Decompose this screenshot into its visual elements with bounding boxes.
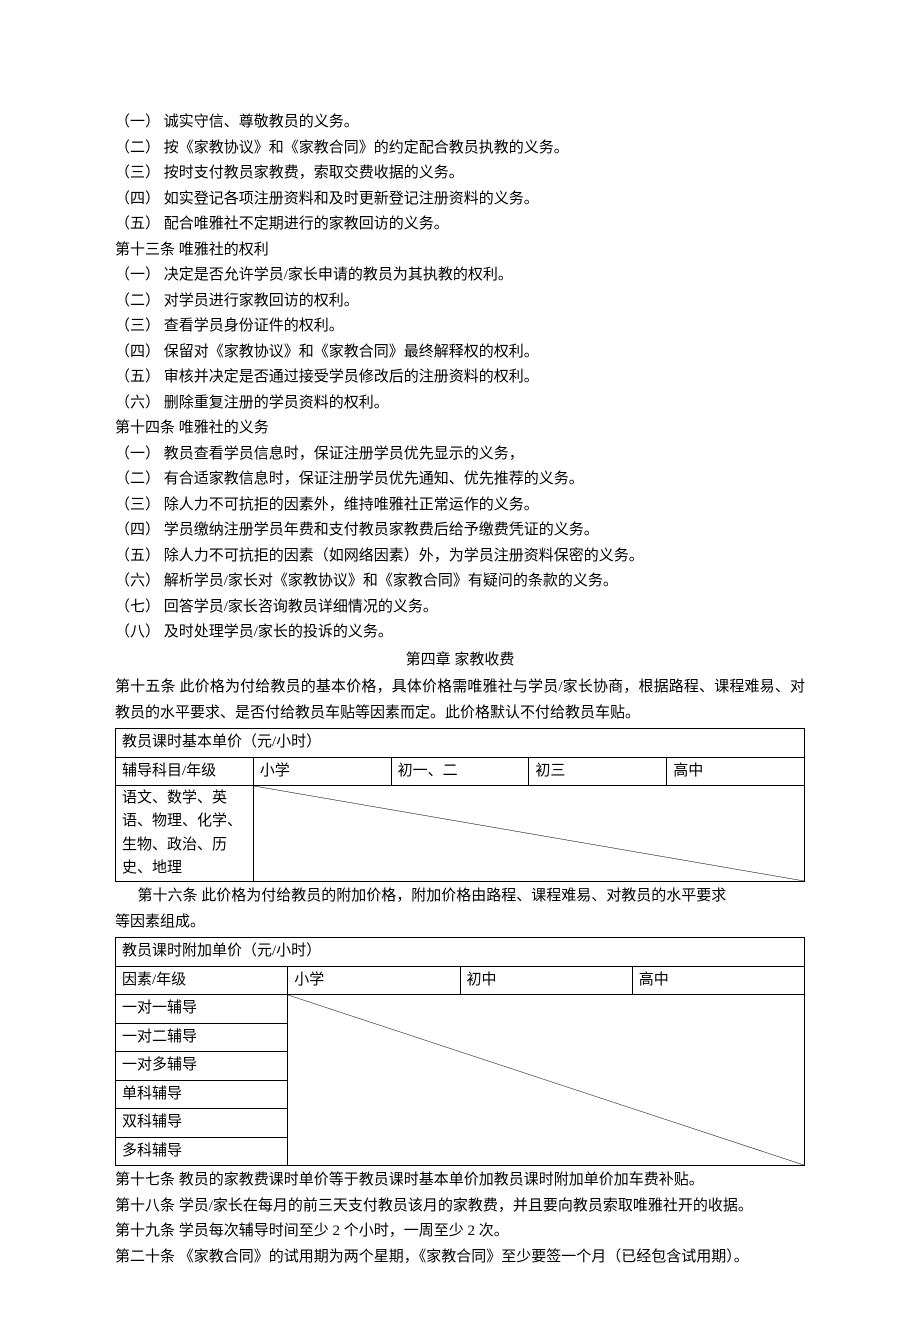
table-header-cell: 初一、二 <box>391 757 529 786</box>
text-line: 第十四条 唯雅社的义务 <box>115 416 805 442</box>
article-18: 第十八条 学员/家长在每月的前三天支付教员该月的家教费，并且要向教员索取唯雅社开… <box>115 1194 805 1220</box>
diagonal-cell <box>253 786 804 882</box>
table-row-label: 一对一辅导 <box>116 995 288 1024</box>
table-header-cell: 因素/年级 <box>116 966 288 995</box>
article-16-cont: 等因素组成。 <box>115 910 805 936</box>
text-line: （四） 如实登记各项注册资料和及时更新登记注册资料的义务。 <box>115 187 805 213</box>
chapter-title: 第四章 家教收费 <box>115 648 805 674</box>
table-row-label: 单科辅导 <box>116 1080 288 1109</box>
additional-price-table: 教员课时附加单价（元/小时） 因素/年级 小学 初中 高中 一对一辅导 一对二辅… <box>115 937 805 1166</box>
table-row-label: 一对多辅导 <box>116 1052 288 1081</box>
text-line: （五） 配合唯雅社不定期进行的家教回访的义务。 <box>115 212 805 238</box>
text-line: （二） 按《家教协议》和《家教合同》的约定配合教员执教的义务。 <box>115 136 805 162</box>
table-row-label: 多科辅导 <box>116 1137 288 1166</box>
text-line: （五） 审核并决定是否通过接受学员修改后的注册资料的权利。 <box>115 365 805 391</box>
text-line: （一） 教员查看学员信息时，保证注册学员优先显示的义务， <box>115 442 805 468</box>
table-header-cell: 小学 <box>288 966 460 995</box>
diagonal-line-icon <box>254 786 804 881</box>
diagonal-cell <box>288 995 805 1166</box>
text-line: （七） 回答学员/家长咨询教员详细情况的义务。 <box>115 595 805 621</box>
base-price-table: 教员课时基本单价（元/小时） 辅导科目/年级 小学 初一、二 初三 高中 语文、… <box>115 728 805 882</box>
table-header-cell: 小学 <box>253 757 391 786</box>
text-line: （三） 除人力不可抗拒的因素外，维持唯雅社正常运作的义务。 <box>115 493 805 519</box>
text-line: （二） 有合适家教信息时，保证注册学员优先通知、优先推荐的义务。 <box>115 467 805 493</box>
article-17: 第十七条 教员的家教费课时单价等于教员课时基本单价加教员课时附加单价加车费补贴。 <box>115 1168 805 1194</box>
table-header-cell: 高中 <box>667 757 805 786</box>
table-title: 教员课时附加单价（元/小时） <box>116 938 805 967</box>
text-line: 第十三条 唯雅社的权利 <box>115 238 805 264</box>
table-row-label: 语文、数学、英语、物理、化学、生物、政治、历史、地理 <box>116 786 254 882</box>
table-header-cell: 初三 <box>529 757 667 786</box>
article-15: 第十五条 此价格为付给教员的基本价格，具体价格需唯雅社与学员/家长协商，根据路程… <box>115 675 805 726</box>
document-body: （一） 诚实守信、尊敬教员的义务。 （二） 按《家教协议》和《家教合同》的约定配… <box>115 110 805 1270</box>
diagonal-line-icon <box>288 995 804 1165</box>
text-line: （一） 诚实守信、尊敬教员的义务。 <box>115 110 805 136</box>
article-20: 第二十条 《家教合同》的试用期为两个星期，《家教合同》至少要签一个月（已经包含试… <box>115 1245 805 1271</box>
table-title: 教员课时基本单价（元/小时） <box>116 729 805 758</box>
article-16: 第十六条 此价格为付给教员的附加价格，附加价格由路程、课程难易、对教员的水平要求 <box>115 884 805 910</box>
text-line: （三） 查看学员身份证件的权利。 <box>115 314 805 340</box>
text-line: （三） 按时支付教员家教费，索取交费收据的义务。 <box>115 161 805 187</box>
text-line: （六） 解析学员/家长对《家教协议》和《家教合同》有疑问的条款的义务。 <box>115 569 805 595</box>
text-line: （四） 学员缴纳注册学员年费和支付教员家教费后给予缴费凭证的义务。 <box>115 518 805 544</box>
table-header-cell: 初中 <box>460 966 632 995</box>
text-line: （八） 及时处理学员/家长的投诉的义务。 <box>115 620 805 646</box>
table-header-cell: 高中 <box>632 966 804 995</box>
table-row-label: 一对二辅导 <box>116 1023 288 1052</box>
text-line: （五） 除人力不可抗拒的因素（如网络因素）外，为学员注册资料保密的义务。 <box>115 544 805 570</box>
table-header-cell: 辅导科目/年级 <box>116 757 254 786</box>
text-line: （一） 决定是否允许学员/家长申请的教员为其执教的权利。 <box>115 263 805 289</box>
text-line: （四） 保留对《家教协议》和《家教合同》最终解释权的权利。 <box>115 340 805 366</box>
text-line: （二） 对学员进行家教回访的权利。 <box>115 289 805 315</box>
table-row-label: 双科辅导 <box>116 1109 288 1138</box>
article-19: 第十九条 学员每次辅导时间至少 2 个小时，一周至少 2 次。 <box>115 1219 805 1245</box>
text-line: （六） 删除重复注册的学员资料的权利。 <box>115 391 805 417</box>
